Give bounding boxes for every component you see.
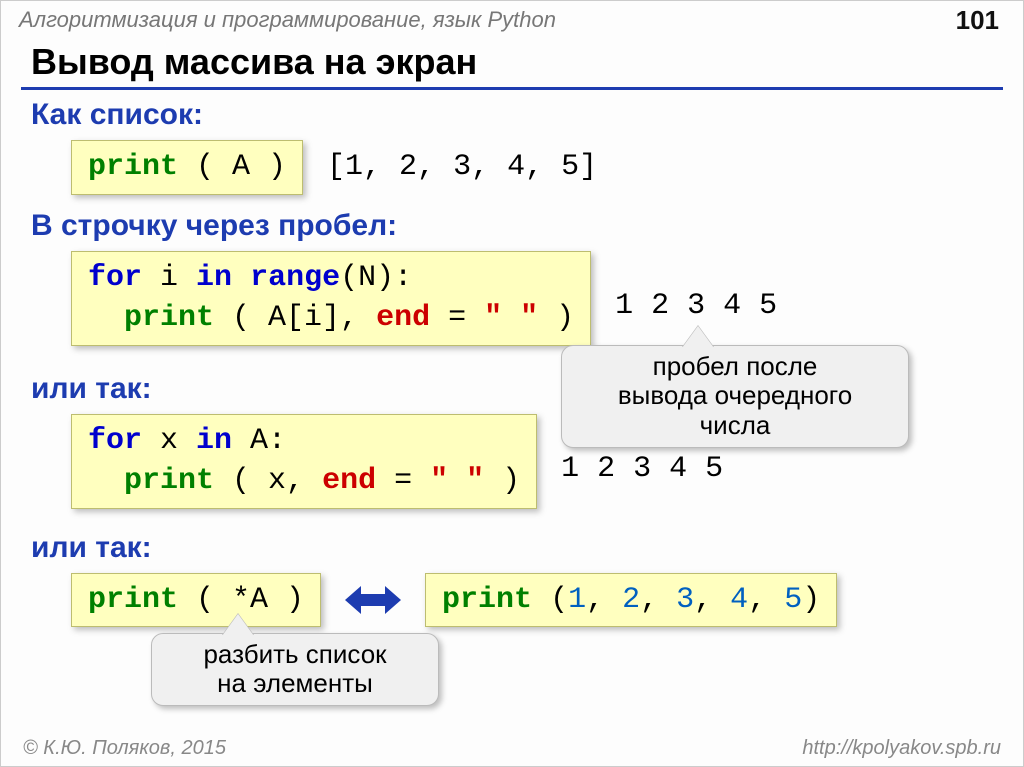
callout-text: разбить список на элементы [203,639,386,699]
output-list: [1, 2, 3, 4, 5] [327,150,597,184]
title-rule [21,87,1003,90]
code-print-expanded: print (1, 2, 3, 4, 5) [425,573,837,628]
kw-range: range [250,261,340,295]
kw-in: in [196,424,232,458]
kw-print: print [124,464,214,498]
heading-line-space: В строчку через пробел: [31,209,993,243]
kw-for: for [88,424,142,458]
kw-end: end [376,301,430,335]
kw-print: print [88,583,178,617]
kw-print: print [442,583,532,617]
code-print-a: print ( A ) [71,140,303,195]
footer: © К.Ю. Поляков, 2015 http://kpolyakov.sp… [1,737,1023,760]
str-space: " " [430,464,484,498]
output-spaced-2: 1 2 3 4 5 [561,452,723,486]
code-for-x: for x in A: print ( x, end = " " ) [71,414,537,509]
page-number: 101 [956,5,999,36]
heading-as-list: Как список: [31,98,993,132]
callout-tail-icon [222,614,254,636]
code-print-star: print ( *A ) [71,573,321,628]
kw-end: end [322,464,376,498]
code-text: ( A ) [178,150,286,184]
code-for-range: for i in range(N): print ( A[i], end = "… [71,251,591,346]
double-arrow-icon [345,583,401,617]
callout-unpack: разбить список на элементы [151,633,439,707]
slide-title: Вывод массива на экран [1,33,1023,87]
footer-url: http://kpolyakov.spb.ru [802,737,1001,760]
kw-for: for [88,261,142,295]
output-spaced-1: 1 2 3 4 5 [615,289,777,323]
footer-copyright: © К.Ю. Поляков, 2015 [23,737,226,760]
kw-in: in [196,261,232,295]
kw-print: print [88,150,178,184]
heading-or-2: или так: [31,531,993,565]
callout-text: пробел после вывода очередного числа [618,351,852,441]
course-header: Алгоритмизация и программирование, язык … [1,1,1023,33]
callout-space: пробел после вывода очередного числа [561,345,909,449]
str-space: " " [484,301,538,335]
callout-tail-icon [682,326,714,348]
kw-print: print [124,301,214,335]
